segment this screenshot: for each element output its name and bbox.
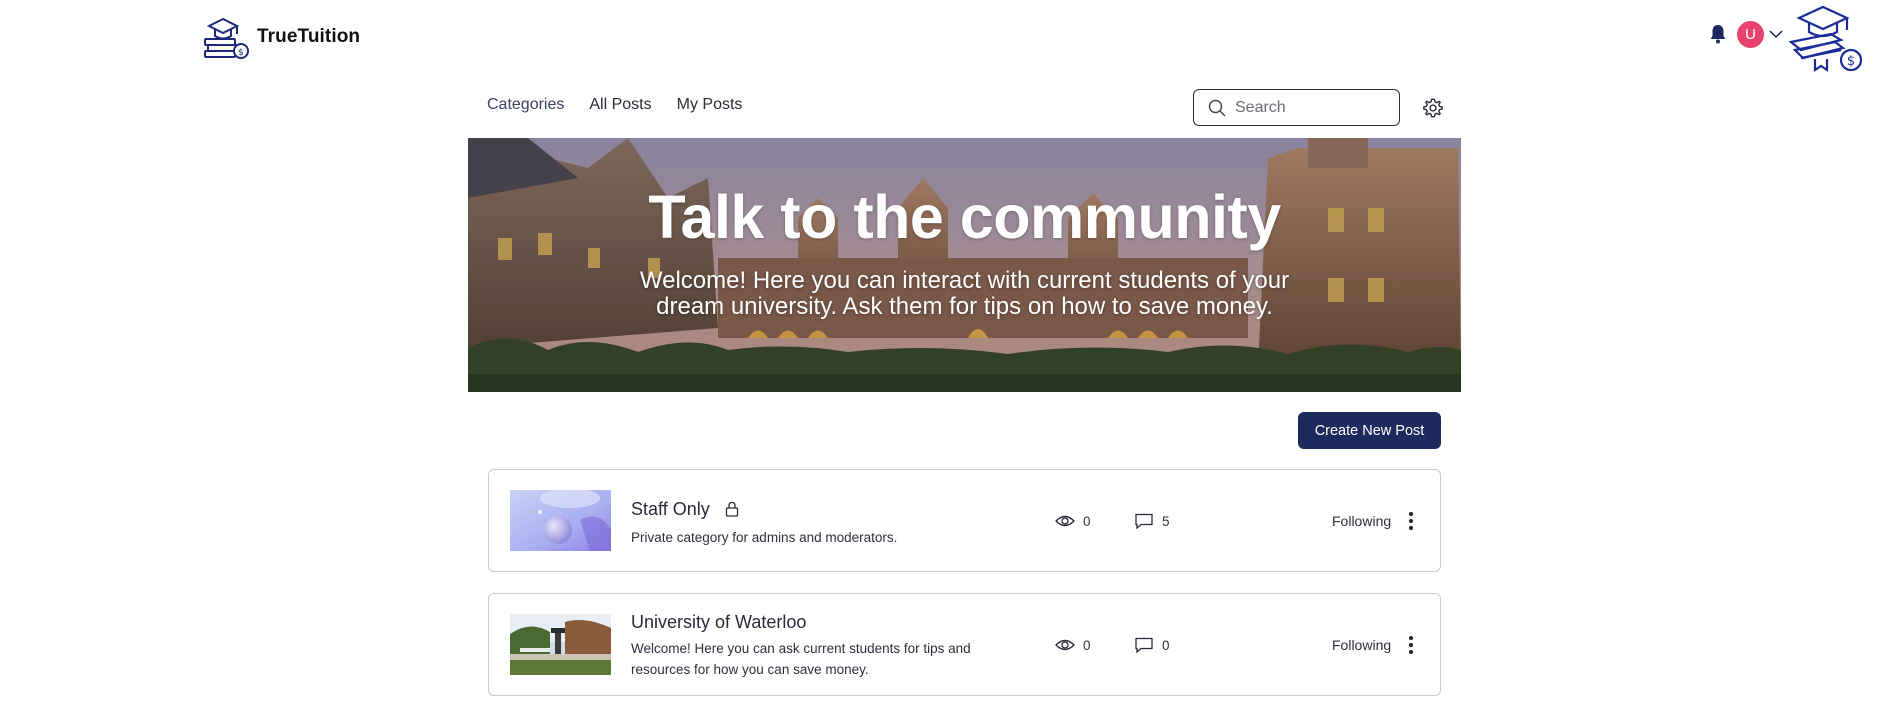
create-new-post-button[interactable]: Create New Post: [1298, 412, 1441, 449]
tab-all-posts[interactable]: All Posts: [589, 96, 651, 114]
views-count: 0: [1055, 513, 1091, 529]
more-options-icon[interactable]: [1408, 634, 1414, 656]
svg-text:$: $: [238, 48, 244, 58]
hero-title: Talk to the community: [648, 183, 1281, 251]
gear-icon[interactable]: [1422, 97, 1444, 119]
brand-logo-icon: $: [204, 17, 249, 59]
chevron-down-icon[interactable]: [1769, 29, 1783, 39]
comments-value: 0: [1162, 637, 1170, 653]
category-title[interactable]: University of Waterloo: [631, 612, 806, 633]
search-icon: [1208, 99, 1226, 116]
category-thumbnail: [510, 490, 611, 551]
avatar[interactable]: U: [1737, 21, 1764, 48]
category-title[interactable]: Staff Only: [631, 499, 739, 520]
category-title-text: Staff Only: [631, 499, 710, 519]
views-value: 0: [1083, 513, 1091, 529]
following-button[interactable]: Following: [1332, 637, 1391, 653]
views-count: 0: [1055, 637, 1091, 653]
eye-icon: [1055, 639, 1075, 651]
lock-icon: [725, 501, 738, 517]
views-value: 0: [1083, 637, 1091, 653]
forum-nav: Categories All Posts My Posts: [487, 96, 742, 114]
category-card[interactable]: Staff Only Private category for admins a…: [488, 469, 1441, 572]
search-box: [1193, 89, 1400, 126]
eye-icon: [1055, 515, 1075, 527]
search-input[interactable]: [1235, 98, 1385, 117]
category-thumbnail: [510, 614, 611, 675]
tab-my-posts[interactable]: My Posts: [677, 96, 743, 114]
brand-logo-link[interactable]: $ TrueTuition: [201, 14, 360, 60]
more-options-icon[interactable]: [1408, 510, 1414, 532]
category-description: Welcome! Here you can ask current studen…: [631, 641, 971, 677]
comment-icon: [1135, 513, 1153, 529]
comments-value: 5: [1162, 513, 1170, 529]
brand-logo-image: $: [1788, 5, 1863, 73]
hero-subtitle: Welcome! Here you can interact with curr…: [639, 267, 1290, 320]
header-user-area: U $: [1693, 0, 1903, 73]
following-button[interactable]: Following: [1332, 513, 1391, 529]
comment-icon: [1135, 637, 1153, 653]
comments-count: 0: [1134, 637, 1170, 653]
avatar-initial: U: [1745, 26, 1756, 43]
category-card[interactable]: University of Waterloo Welcome! Here you…: [488, 593, 1441, 696]
category-description: Private category for admins and moderato…: [631, 530, 898, 545]
tab-categories[interactable]: Categories: [487, 96, 564, 114]
comments-count: 5: [1134, 513, 1170, 529]
campus-background-image: [468, 138, 1461, 392]
hero-banner: Talk to the community Welcome! Here you …: [468, 138, 1461, 392]
bell-icon[interactable]: [1709, 24, 1727, 44]
svg-text:$: $: [1847, 54, 1855, 69]
brand-name: TrueTuition: [257, 26, 361, 47]
